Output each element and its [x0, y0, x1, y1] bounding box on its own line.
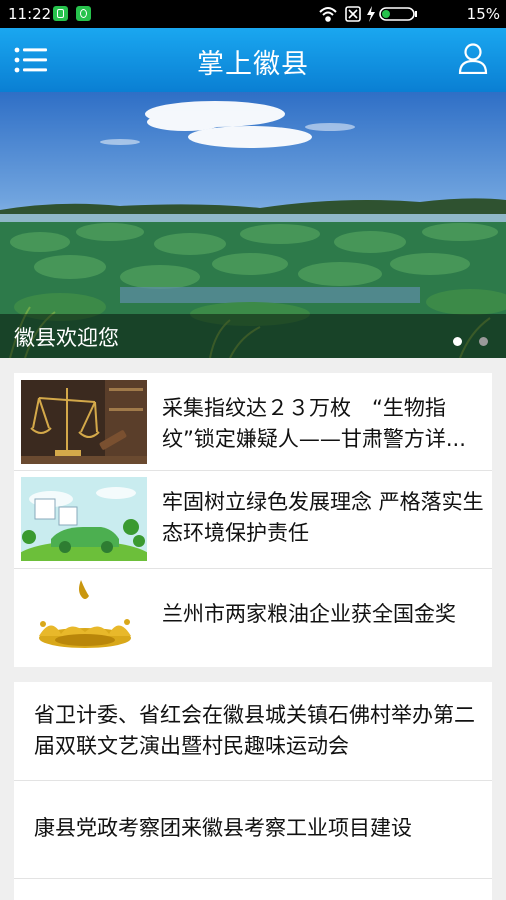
news-thumbnail — [21, 576, 147, 660]
news-item[interactable]: 兰州市两家粮油企业获全国金奖 — [14, 568, 492, 667]
wifi-icon — [319, 7, 337, 22]
sim-off-icon — [345, 6, 361, 22]
text-news-list: 省卫计委、省红会在徽县城关镇石佛村举办第二届双联文艺演出暨村民趣味运动会 康县党… — [14, 682, 492, 900]
page-title: 掌上徽县 — [197, 49, 309, 80]
banner-caption: 徽县欢迎您 — [14, 326, 119, 350]
status-time: 11:22 — [8, 5, 52, 23]
carousel-dot[interactable] — [479, 337, 488, 346]
banner-caption-bar: 徽县欢迎您 — [0, 314, 506, 358]
charging-icon — [367, 6, 375, 22]
text-news-item[interactable]: 康县党政考察团来徽县考察工业项目建设 — [14, 780, 492, 879]
carousel-dot-active[interactable] — [452, 337, 462, 346]
status-icons — [319, 6, 417, 22]
battery-percent: 15% — [466, 5, 500, 23]
banner-carousel[interactable]: 徽县欢迎您 — [0, 92, 506, 358]
text-news-item[interactable]: 省卫计委、省红会在徽县城关镇石佛村举办第二届双联文艺演出暨村民趣味运动会 — [14, 682, 492, 781]
news-title: 兰州市两家粮油企业获全国金奖 — [162, 602, 456, 626]
news-title: 采集指纹达２３万枚 “生物指纹”锁定嫌疑人——甘肃警方详... — [162, 396, 466, 451]
news-title: 牢固树立绿色发展理念 严格落实生态环境保护责任 — [162, 490, 484, 545]
news-item[interactable]: 牢固树立绿色发展理念 严格落实生态环境保护责任 — [14, 470, 492, 569]
carousel-indicator — [441, 331, 488, 350]
app-bar: 掌上徽县 — [0, 28, 506, 92]
news-title: 康县党政考察团来徽县考察工业项目建设 — [34, 816, 412, 840]
user-icon[interactable] — [458, 42, 488, 74]
notification-app-icon — [53, 6, 68, 21]
news-thumbnail — [21, 380, 147, 464]
status-bar: 11:22 15% — [0, 0, 506, 28]
news-list: 采集指纹达２３万枚 “生物指纹”锁定嫌疑人——甘肃警方详... 牢固树立绿色发展… — [14, 373, 492, 667]
news-thumbnail — [21, 477, 147, 561]
wechat-notification-icon — [76, 6, 91, 21]
news-item[interactable]: 采集指纹达２３万枚 “生物指纹”锁定嫌疑人——甘肃警方详... — [14, 373, 492, 471]
news-title: 省卫计委、省红会在徽县城关镇石佛村举办第二届双联文艺演出暨村民趣味运动会 — [34, 703, 475, 758]
battery-icon — [379, 7, 417, 21]
